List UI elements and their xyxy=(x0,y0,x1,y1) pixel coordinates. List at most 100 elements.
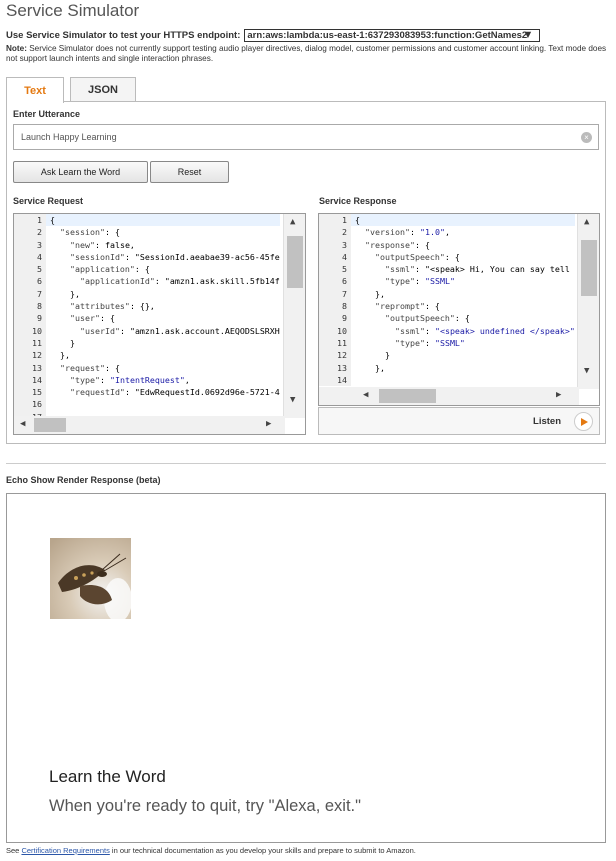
certification-requirements-link[interactable]: Certification Requirements xyxy=(21,846,109,855)
code-line: 10 "userId": "amzn1.ask.account.AEQODSLS… xyxy=(14,324,280,337)
scroll-down-icon[interactable]: ▼ xyxy=(290,395,295,405)
code-text: "response": { xyxy=(365,239,430,250)
note-text: Service Simulator does not currently sup… xyxy=(6,44,607,63)
code-text: "outputSpeech": { xyxy=(384,313,470,324)
line-number: 9 xyxy=(319,312,351,325)
code-line: 11 "type": "SSML" xyxy=(319,336,575,350)
code-line: 7 }, xyxy=(319,287,575,301)
response-horizontal-scrollbar[interactable]: ◀ ▶ xyxy=(319,387,579,405)
code-text: "applicationId": "amzn1.ask.skill.5fb14f xyxy=(79,276,280,287)
line-number: 10 xyxy=(14,324,46,337)
service-response-label: Service Response xyxy=(319,196,397,206)
code-text: "version": "1.0", xyxy=(365,227,450,238)
line-number: 3 xyxy=(319,238,351,251)
code-line: 13 "request": { xyxy=(14,361,280,374)
scroll-left-icon[interactable]: ◀ xyxy=(20,419,25,429)
listen-bar: Listen xyxy=(318,407,600,435)
line-number: 2 xyxy=(14,226,46,239)
footer: See Certification Requirements in our te… xyxy=(6,846,416,855)
code-text: "ssml": "<speak> Hi, You can say tell xyxy=(384,264,570,275)
scroll-left-icon[interactable]: ◀ xyxy=(363,390,368,400)
response-vertical-thumb[interactable] xyxy=(581,240,597,296)
line-number: 9 xyxy=(14,312,46,325)
code-line: 2 "version": "1.0", xyxy=(319,226,575,239)
code-text: "type": "SSML" xyxy=(384,276,455,287)
code-line: 5 "ssml": "<speak> Hi, You can say tell xyxy=(319,263,575,276)
code-text: "new": false, xyxy=(69,239,135,250)
code-line: 6 "type": "SSML" xyxy=(319,275,575,288)
code-text: { xyxy=(50,215,55,225)
request-horizontal-thumb[interactable] xyxy=(34,418,66,432)
code-line: 3 "new": false, xyxy=(14,238,280,251)
endpoint-value: arn:aws:lambda:us-east-1:637293083953:fu… xyxy=(247,30,528,41)
code-line: 11 } xyxy=(14,336,280,350)
reset-button[interactable]: Reset xyxy=(150,161,229,183)
line-number: 16 xyxy=(14,398,46,411)
service-response-editor[interactable]: 1{2 "version": "1.0", 3 "response": {4 "o… xyxy=(318,213,600,406)
line-number: 10 xyxy=(319,324,351,337)
code-text: }, xyxy=(50,350,70,361)
service-request-editor[interactable]: 1{2 "session": {3 "new": false, 4 "sessio… xyxy=(13,213,306,435)
utterance-label: Enter Utterance xyxy=(13,109,81,119)
code-line: 5 "application": { xyxy=(14,263,280,276)
line-number: 7 xyxy=(14,287,46,301)
code-text: "request": { xyxy=(60,362,120,373)
code-line: 14 xyxy=(319,373,575,387)
code-text: "outputSpeech": { xyxy=(374,251,460,262)
scroll-down-icon[interactable]: ▼ xyxy=(584,366,589,376)
line-number: 11 xyxy=(14,336,46,350)
play-icon[interactable] xyxy=(574,412,593,431)
line-number: 2 xyxy=(319,226,351,239)
code-line: 2 "session": { xyxy=(14,226,280,239)
endpoint-select[interactable]: arn:aws:lambda:us-east-1:637293083953:fu… xyxy=(244,29,541,42)
note: Note: Service Simulator does not current… xyxy=(6,44,610,64)
code-line: 4 "outputSpeech": { xyxy=(319,250,575,264)
card-title: Learn the Word xyxy=(49,767,166,786)
code-line: 12 } xyxy=(319,349,575,362)
request-horizontal-scrollbar[interactable]: ◀ ▶ xyxy=(14,416,285,434)
line-number: 6 xyxy=(319,275,351,288)
code-line: 16 xyxy=(14,398,280,411)
ask-button[interactable]: Ask Learn the Word xyxy=(13,161,148,183)
line-number: 6 xyxy=(14,275,46,288)
divider xyxy=(6,463,606,464)
endpoint-row: Use Service Simulator to test your HTTPS… xyxy=(6,29,541,42)
line-number: 13 xyxy=(14,361,46,374)
line-number: 1 xyxy=(319,214,351,227)
line-number: 14 xyxy=(319,373,351,387)
code-text: "session": { xyxy=(60,227,120,238)
code-line: 15 "requestId": "EdwRequestId.0692d96e-5… xyxy=(14,386,280,399)
endpoint-label: Use Service Simulator to test your HTTPS… xyxy=(6,30,241,41)
code-line: 1{ xyxy=(14,214,280,227)
response-horizontal-thumb[interactable] xyxy=(379,389,436,403)
request-vertical-scrollbar[interactable]: ▲ ▼ xyxy=(283,214,305,418)
scroll-up-icon[interactable]: ▲ xyxy=(584,217,589,227)
request-vertical-thumb[interactable] xyxy=(287,236,303,288)
line-number: 3 xyxy=(14,238,46,251)
echo-show-label: Echo Show Render Response (beta) xyxy=(6,475,161,485)
scroll-right-icon[interactable]: ▶ xyxy=(556,390,561,400)
scroll-right-icon[interactable]: ▶ xyxy=(266,419,271,429)
code-text: "type": "IntentRequest", xyxy=(69,374,190,385)
utterance-value: Launch Happy Learning xyxy=(21,132,117,142)
clear-icon[interactable]: × xyxy=(581,132,592,143)
code-text: "user": { xyxy=(69,313,115,324)
code-text: "ssml": "<speak> undefined </speak>" xyxy=(394,325,575,336)
code-line: 13 }, xyxy=(319,361,575,374)
tab-json[interactable]: JSON xyxy=(70,77,136,102)
code-text: { xyxy=(355,215,360,225)
text-panel: Enter Utterance Launch Happy Learning × … xyxy=(6,101,606,444)
line-number: 4 xyxy=(319,250,351,264)
scroll-up-icon[interactable]: ▲ xyxy=(290,217,295,227)
code-line: 10 "ssml": "<speak> undefined </speak>" xyxy=(319,324,575,337)
response-vertical-scrollbar[interactable]: ▲ ▼ xyxy=(577,214,599,389)
butterfly-image xyxy=(50,538,131,619)
response-code-lines: 1{2 "version": "1.0", 3 "response": {4 "o… xyxy=(319,214,575,387)
page-title: Service Simulator xyxy=(6,1,140,20)
line-number: 12 xyxy=(319,349,351,362)
utterance-input[interactable]: Launch Happy Learning × xyxy=(13,124,599,150)
tab-text[interactable]: Text xyxy=(6,77,64,103)
code-text: }, xyxy=(355,288,385,299)
code-line: 6 "applicationId": "amzn1.ask.skill.5fb1… xyxy=(14,275,280,288)
